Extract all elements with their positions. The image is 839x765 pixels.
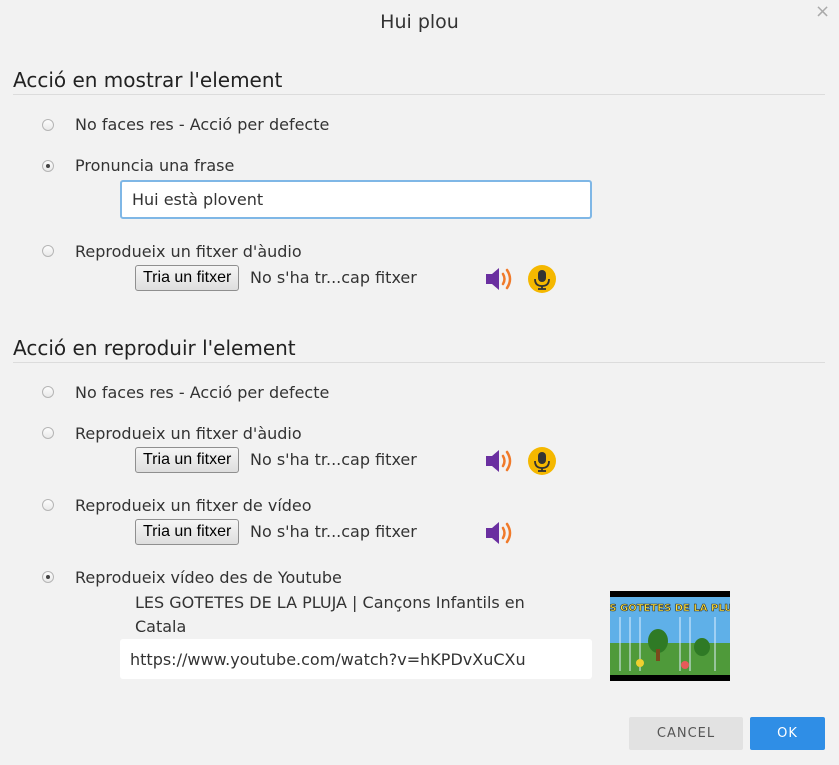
file-status: No s'ha tr...cap fitxer	[250, 268, 417, 287]
youtube-thumbnail[interactable]: LES GOTETES DE LA PLUJA	[610, 591, 730, 681]
radio-play-none[interactable]	[42, 386, 54, 398]
dialog-title: Hui plou	[380, 11, 459, 33]
radio-play-youtube[interactable]	[42, 571, 54, 583]
close-icon[interactable]: ×	[815, 2, 830, 22]
option-label: Reprodueix un fitxer d'àudio	[75, 424, 302, 443]
radio-show-none[interactable]	[42, 119, 54, 131]
radio-play-video[interactable]	[42, 499, 54, 511]
option-label: Reprodueix vídeo des de Youtube	[75, 568, 342, 587]
youtube-video-title: LES GOTETES DE LA PLUJA | Cançons Infant…	[135, 593, 525, 636]
file-status: No s'ha tr...cap fitxer	[250, 450, 417, 469]
ok-button[interactable]: OK	[750, 717, 825, 750]
youtube-url-input[interactable]	[120, 639, 592, 679]
cancel-button[interactable]: CANCEL	[629, 717, 743, 750]
speaker-icon[interactable]	[484, 264, 516, 294]
microphone-icon[interactable]	[527, 446, 557, 476]
radio-show-audio[interactable]	[42, 245, 54, 257]
thumbnail-image: LES GOTETES DE LA PLUJA	[610, 591, 730, 681]
option-label: No faces res - Acció per defecte	[75, 115, 330, 134]
section-play-title: Acció en reproduir l'element	[13, 336, 296, 360]
choose-file-button[interactable]: Tria un fitxer	[135, 447, 240, 473]
speaker-icon[interactable]	[484, 518, 516, 548]
option-label: Pronuncia una frase	[75, 156, 235, 175]
section-divider	[13, 362, 825, 363]
option-label: Reprodueix un fitxer de vídeo	[75, 496, 312, 515]
phrase-input[interactable]	[120, 180, 592, 219]
file-status: No s'ha tr...cap fitxer	[250, 522, 417, 541]
radio-play-audio[interactable]	[42, 427, 54, 439]
option-label: Reprodueix un fitxer d'àudio	[75, 242, 302, 261]
speaker-icon[interactable]	[484, 446, 516, 476]
section-show-title: Acció en mostrar l'element	[13, 68, 283, 92]
option-label: No faces res - Acció per defecte	[75, 383, 330, 402]
microphone-icon[interactable]	[527, 264, 557, 294]
choose-file-button[interactable]: Tria un fitxer	[135, 519, 240, 545]
choose-file-button[interactable]: Tria un fitxer	[135, 265, 240, 291]
radio-show-speak[interactable]	[42, 160, 54, 172]
section-divider	[13, 94, 825, 95]
thumbnail-caption: LES GOTETES DE LA PLUJA	[610, 603, 730, 614]
